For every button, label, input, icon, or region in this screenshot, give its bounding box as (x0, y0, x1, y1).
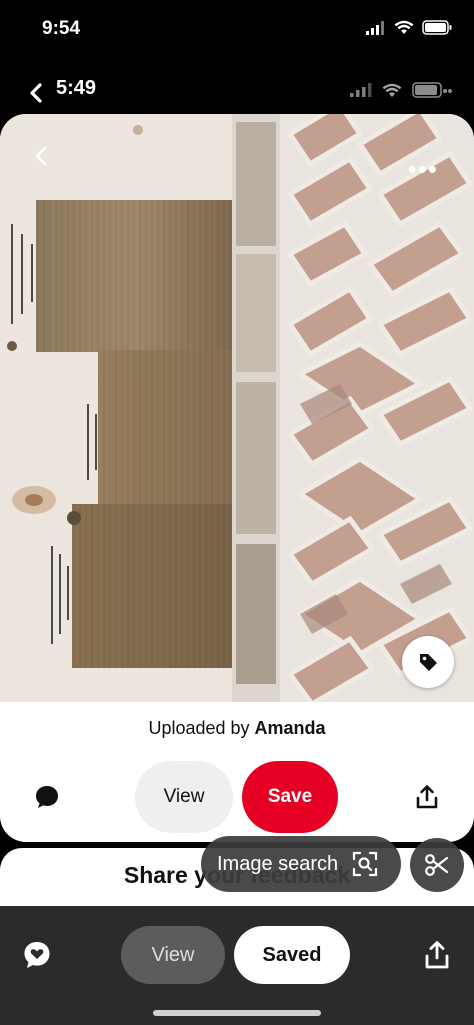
comment-heart-icon[interactable] (22, 940, 52, 970)
uploaded-prefix: Uploaded by (148, 718, 255, 738)
view-button[interactable]: View (135, 761, 233, 833)
bottom-view-button[interactable]: View (121, 926, 225, 984)
wifi-icon (382, 83, 402, 97)
uploaded-by: Uploaded by Amanda (0, 718, 474, 739)
shop-tag-button[interactable] (402, 636, 454, 688)
wifi-icon (394, 20, 414, 34)
save-button[interactable]: Save (242, 761, 338, 833)
back-icon[interactable] (30, 144, 54, 168)
pin-card: ••• Uploaded by Amanda View Save (0, 114, 474, 842)
crop-button[interactable] (410, 838, 464, 892)
scissors-icon (425, 854, 449, 876)
comment-icon[interactable] (34, 784, 60, 810)
battery-icon (422, 20, 452, 35)
more-options-icon[interactable]: ••• (408, 154, 438, 185)
pin-image[interactable] (0, 114, 474, 702)
back-chevron-icon[interactable] (26, 82, 48, 104)
bottom-share-icon[interactable] (424, 940, 450, 970)
secondary-time: 5:49 (56, 77, 97, 99)
tag-icon (420, 654, 437, 671)
share-icon[interactable] (414, 784, 440, 810)
uploader-name[interactable]: Amanda (255, 718, 326, 738)
signal-icon (350, 83, 372, 97)
home-indicator (153, 1010, 321, 1016)
bottom-saved-button[interactable]: Saved (234, 926, 350, 984)
secondary-status-icons (350, 82, 452, 98)
image-search-button[interactable]: Image search (201, 836, 401, 892)
signal-icon (366, 20, 384, 35)
status-time: 9:54 (42, 18, 81, 39)
visual-search-icon (353, 851, 378, 877)
battery-icon (412, 82, 452, 98)
image-search-label: Image search (217, 852, 339, 875)
status-icons (366, 20, 452, 35)
